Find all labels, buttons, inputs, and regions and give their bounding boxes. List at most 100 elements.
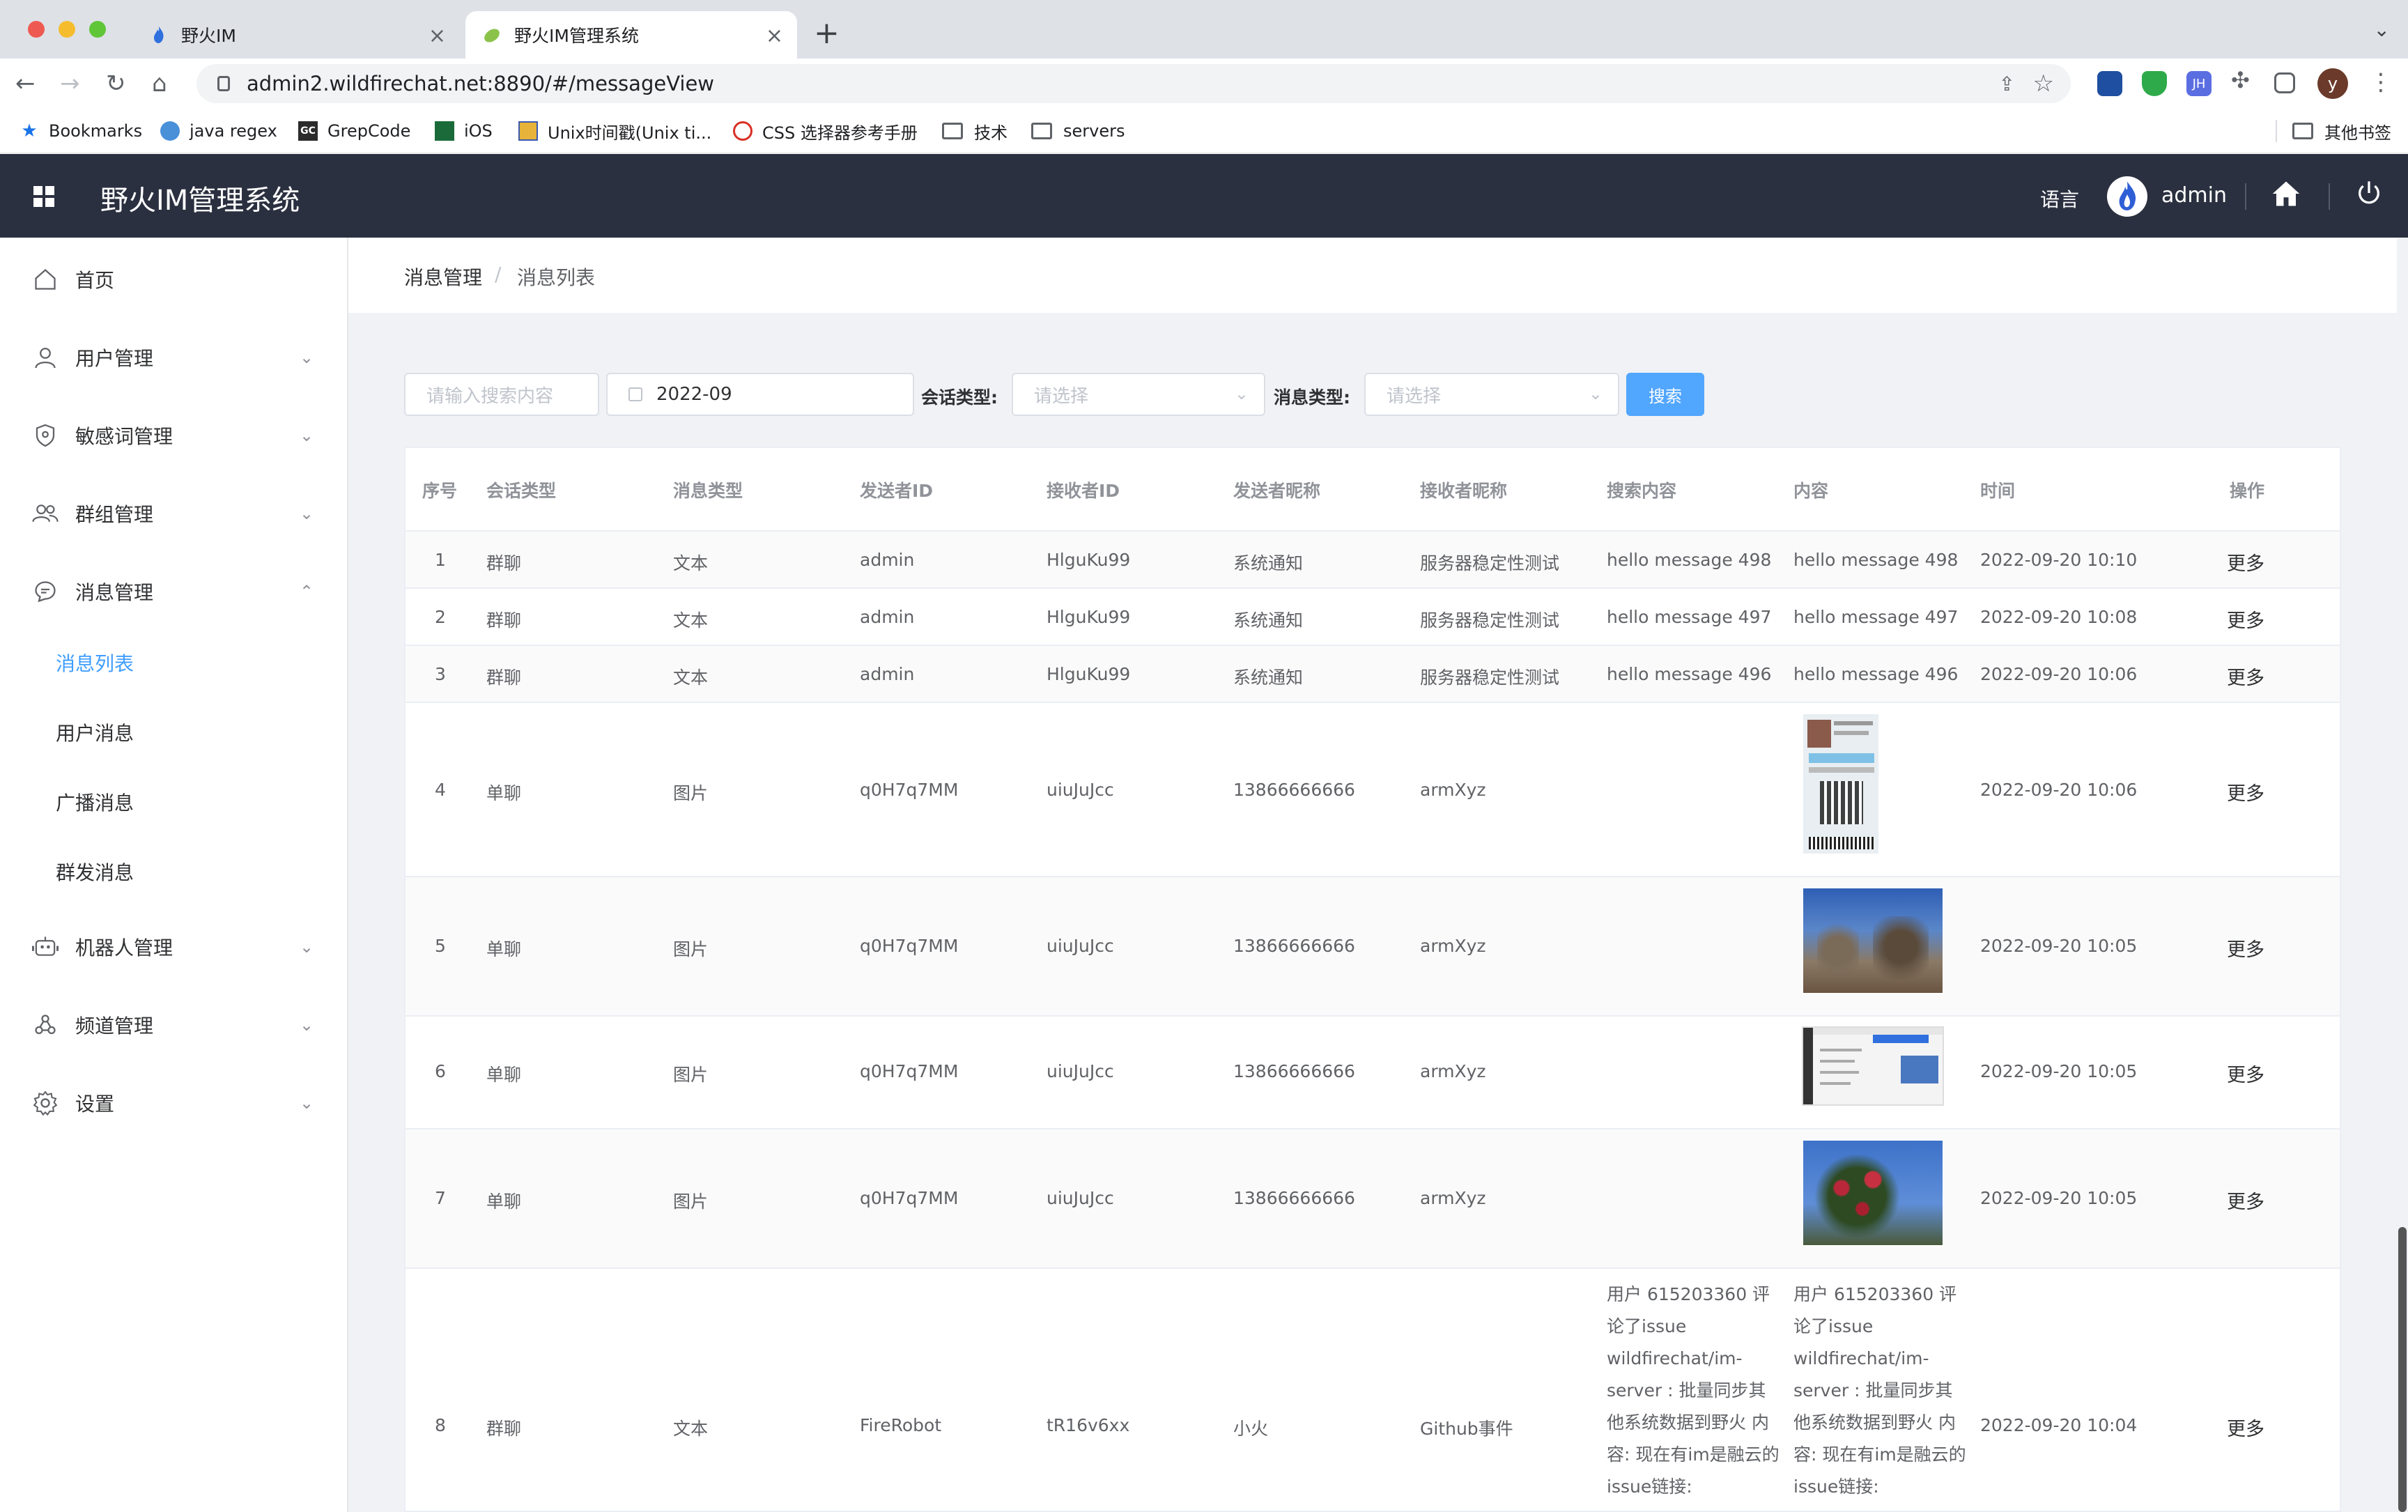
user-avatar-flame-icon[interactable] (2107, 176, 2147, 217)
chevron-down-icon: ⌄ (300, 1015, 314, 1035)
more-button[interactable]: 更多 (2227, 1187, 2264, 1214)
sidebar-item-robots[interactable]: 机器人管理 ⌄ (0, 926, 348, 968)
bookmark-item[interactable]: GC GrepCode (298, 117, 410, 145)
search-input[interactable]: 请输入搜索内容 (404, 373, 599, 416)
bookmark-item[interactable]: java regex (160, 117, 277, 145)
tab-title: 野火IM (181, 26, 236, 46)
profile-avatar[interactable]: y (2317, 68, 2348, 99)
reload-icon[interactable]: ↻ (106, 70, 126, 98)
cell-sender-id: q0H7q7MM (860, 1061, 959, 1081)
more-button[interactable]: 更多 (2227, 1060, 2264, 1087)
share-icon[interactable]: ⇪ (1999, 72, 2015, 95)
date-value: 2022-09 (656, 384, 732, 405)
extension-jh-icon[interactable]: JH (2186, 71, 2212, 96)
user-name[interactable]: admin (2161, 183, 2227, 208)
home-icon[interactable] (2271, 179, 2301, 211)
cell-receiver-id: uiuJuJcc (1047, 1061, 1114, 1081)
bookmark-item[interactable]: Unix时间戳(Unix ti... (518, 117, 711, 145)
cell-search-content: hello message 497 (1607, 607, 1772, 627)
sidebar-item-groups[interactable]: 群组管理 ⌄ (0, 493, 348, 534)
sidebar-item-label: 群组管理 (75, 503, 154, 526)
sidebar-item-label: 敏感词管理 (75, 425, 173, 448)
conv-type-select[interactable]: 请选择 ⌄ (1012, 373, 1265, 416)
column-header: 消息类型 (673, 481, 743, 501)
cell-receiver-name: 服务器稳定性测试 (1420, 610, 1560, 631)
table-row: 3 群聊 文本 admin HlguKu99 系统通知 服务器稳定性测试 hel… (406, 646, 2340, 703)
more-button[interactable]: 更多 (2227, 1414, 2264, 1441)
close-tab-icon[interactable]: × (766, 24, 783, 48)
home-browser-icon[interactable]: ⌂ (152, 70, 167, 98)
column-header: 时间 (1980, 481, 2016, 501)
image-thumbnail-trees[interactable] (1802, 887, 1944, 994)
image-thumbnail-qrcode[interactable] (1802, 713, 1880, 855)
search-button[interactable]: 搜索 (1626, 373, 1704, 416)
new-tab-button[interactable]: + (814, 15, 840, 51)
extension-shield-icon[interactable] (2142, 71, 2167, 96)
side-panel-icon[interactable] (2274, 72, 2295, 93)
scrollbar-thumb[interactable] (2398, 1227, 2407, 1512)
browser-tab-2[interactable]: 野火IM管理系统 × (465, 11, 797, 59)
cell-search-content: hello message 496 (1607, 664, 1772, 684)
sidebar-subitem-mass-message[interactable]: 群发消息 (56, 858, 134, 886)
bookmark-item[interactable]: ★ Bookmarks (20, 117, 142, 145)
breadcrumb-parent[interactable]: 消息管理 (404, 263, 482, 291)
table-header: 序号 会话类型 消息类型 发送者ID 接收者ID 发送者昵称 接收者昵称 搜索内… (406, 448, 2340, 532)
sidebar-subitem-message-list[interactable]: 消息列表 (56, 649, 134, 677)
more-button[interactable]: 更多 (2227, 663, 2264, 690)
column-header: 接收者昵称 (1420, 481, 1508, 501)
apps-grid-icon[interactable] (33, 186, 54, 207)
cell-receiver-id: tR16v6xx (1047, 1415, 1130, 1435)
robot-icon (32, 934, 59, 960)
other-bookmarks-folder[interactable]: 其他书签 (2292, 117, 2391, 145)
sidebar-subitem-broadcast[interactable]: 广播消息 (56, 788, 134, 816)
forward-arrow-icon[interactable]: → (60, 70, 80, 98)
more-button[interactable]: 更多 (2227, 778, 2264, 805)
bookmark-folder[interactable]: servers (1031, 117, 1125, 145)
msg-type-select[interactable]: 请选择 ⌄ (1364, 373, 1619, 416)
sidebar-item-users[interactable]: 用户管理 ⌄ (0, 337, 348, 378)
bookmark-label: Unix时间戳(Unix ti... (548, 123, 712, 143)
close-tab-icon[interactable]: × (429, 24, 446, 48)
cell-sender-id: admin (860, 607, 915, 627)
message-icon (32, 578, 59, 605)
user-icon (32, 344, 59, 371)
bookmark-item[interactable]: CSS 选择器参考手册 (733, 117, 918, 145)
bookmark-item[interactable]: iOS (435, 117, 493, 145)
column-header: 会话类型 (486, 481, 557, 501)
cell-receiver-name: armXyz (1420, 1188, 1486, 1208)
tab-search-chevron-icon[interactable]: ⌄ (2374, 18, 2390, 41)
minimize-window-button[interactable] (59, 21, 75, 38)
back-arrow-icon[interactable]: ← (15, 70, 36, 98)
language-switch[interactable]: 语言 (2040, 185, 2079, 213)
cell-receiver-id: HlguKu99 (1047, 607, 1131, 627)
sidebar-subitem-user-messages[interactable]: 用户消息 (56, 718, 134, 746)
more-button[interactable]: 更多 (2227, 934, 2264, 962)
bookmark-star-icon[interactable]: ☆ (2033, 70, 2054, 98)
address-bar[interactable]: admin2.wildfirechat.net:8890/#/messageVi… (196, 64, 2071, 103)
cell-sender-name: 13866666666 (1233, 1188, 1355, 1208)
maximize-window-button[interactable] (89, 21, 106, 38)
cell-sender-name: 13866666666 (1233, 1061, 1355, 1081)
sidebar-item-sensitive-words[interactable]: 敏感词管理 ⌄ (0, 415, 348, 456)
more-button[interactable]: 更多 (2227, 548, 2264, 576)
cell-conv-type: 群聊 (486, 1419, 522, 1439)
sidebar-item-home[interactable]: 首页 (0, 259, 348, 300)
extensions-puzzle-icon[interactable]: ✣ (2231, 67, 2256, 93)
chevron-down-icon: ⌄ (300, 348, 314, 367)
close-window-button[interactable] (28, 21, 45, 38)
bookmark-folder[interactable]: 技术 (942, 117, 1008, 145)
sidebar-item-messages[interactable]: 消息管理 ⌃ (0, 571, 348, 612)
image-thumbnail-flowers[interactable] (1802, 1139, 1944, 1247)
sidebar-item-channels[interactable]: 频道管理 ⌄ (0, 1004, 348, 1046)
browser-tab-1[interactable]: 野火IM × (132, 11, 460, 59)
browser-menu-icon[interactable]: ⋮ (2369, 68, 2393, 96)
search-placeholder: 请输入搜索内容 (426, 385, 554, 407)
month-picker[interactable]: 2022-09 (606, 373, 914, 416)
extension-translate-icon[interactable] (2097, 71, 2122, 96)
power-icon[interactable] (2355, 179, 2383, 210)
sidebar-item-settings[interactable]: 设置 ⌄ (0, 1082, 348, 1124)
table-row: 7 单聊 图片 q0H7q7MM uiuJuJcc 13866666666 ar… (406, 1129, 2340, 1269)
more-button[interactable]: 更多 (2227, 605, 2264, 633)
url-text: admin2.wildfirechat.net:8890/#/messageVi… (247, 72, 715, 95)
image-thumbnail-screenshot[interactable] (1802, 1026, 1944, 1106)
